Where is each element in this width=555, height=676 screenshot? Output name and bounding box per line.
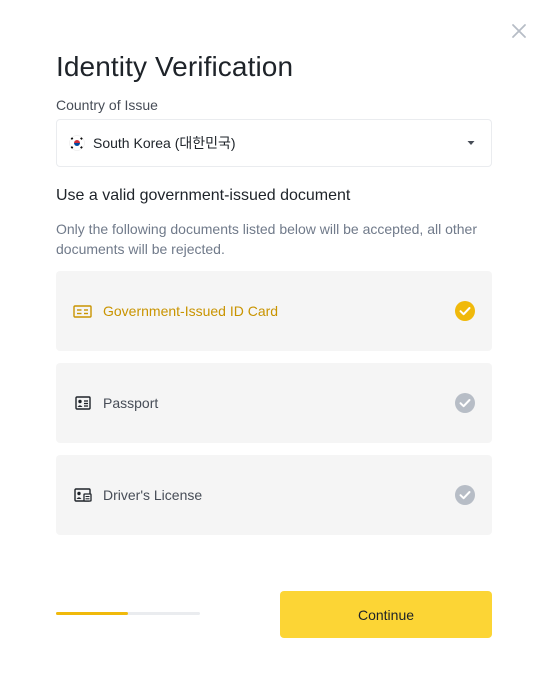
check-circle-icon xyxy=(455,485,475,505)
caret-down-icon xyxy=(467,141,475,145)
south-korea-flag-icon xyxy=(69,135,85,151)
passport-icon xyxy=(75,396,91,410)
progress-bar xyxy=(56,612,200,615)
documents-description: Only the following documents listed belo… xyxy=(56,221,478,257)
country-select-value: South Korea (대한민국) xyxy=(93,135,236,151)
check-circle-icon xyxy=(455,393,475,413)
country-label: Country of Issue xyxy=(56,97,158,113)
country-select[interactable]: South Korea (대한민국) xyxy=(56,119,492,167)
document-option-id-card[interactable]: Government-Issued ID Card xyxy=(56,271,492,351)
check-circle-icon xyxy=(455,301,475,321)
close-icon[interactable] xyxy=(510,22,528,40)
identity-verification-modal: Identity Verification Country of Issue S… xyxy=(0,0,555,676)
document-option-passport[interactable]: Passport xyxy=(56,363,492,443)
continue-button[interactable]: Continue xyxy=(280,591,492,638)
document-option-label: Government-Issued ID Card xyxy=(103,303,279,319)
id-card-icon xyxy=(73,305,92,318)
progress-bar-fill xyxy=(56,612,128,615)
documents-heading: Use a valid government-issued document xyxy=(56,187,351,204)
page-title: Identity Verification xyxy=(56,51,294,82)
drivers-license-icon xyxy=(74,488,92,502)
document-option-drivers-license[interactable]: Driver's License xyxy=(56,455,492,535)
document-option-label: Passport xyxy=(103,395,159,411)
document-option-label: Driver's License xyxy=(103,487,203,503)
